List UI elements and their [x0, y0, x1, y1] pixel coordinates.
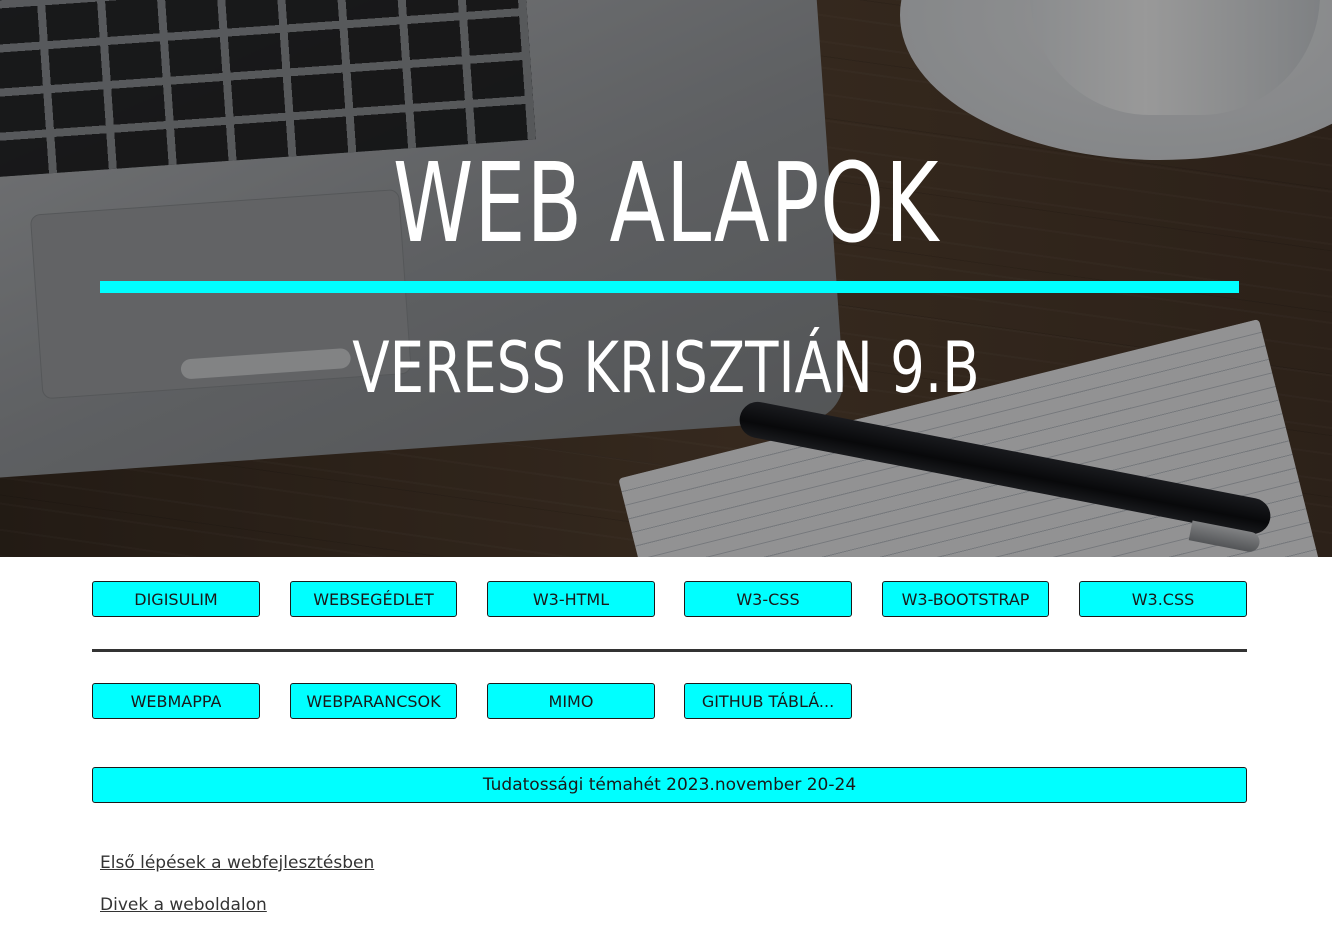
link-button-websegedlet[interactable]: Websegédlet	[290, 581, 457, 617]
hero-overlay	[0, 0, 1332, 557]
link-button-webmappa[interactable]: Webmappa	[92, 683, 260, 719]
link-button-mimo[interactable]: Mimo	[487, 683, 655, 719]
author-subtitle: VERESS KRISZTIÁN 9.B	[352, 327, 980, 409]
link-button-github-tabla[interactable]: GitHub Táblá...	[684, 683, 852, 719]
awareness-week-label: Tudatossági témahét 2023.november 20-24	[482, 775, 857, 795]
link-button-w3-css[interactable]: W3-CSS	[684, 581, 852, 617]
section-divider	[92, 649, 1247, 652]
title-divider	[100, 281, 1239, 293]
link-button-digisulim[interactable]: Digisulim	[92, 581, 260, 617]
hero-banner: WEB ALAPOK VERESS KRISZTIÁN 9.B	[0, 0, 1332, 557]
page-title: WEB ALAPOK	[392, 139, 940, 267]
awareness-week-button[interactable]: Tudatossági témahét 2023.november 20-24	[92, 767, 1247, 803]
link-button-webparancsok[interactable]: Webparancsok	[290, 683, 457, 719]
link-button-w3-bootstrap[interactable]: W3-Bootstrap	[882, 581, 1049, 617]
link-button-w3css[interactable]: W3.CSS	[1079, 581, 1247, 617]
first-steps-link[interactable]: Első lépések a webfejlesztésben	[100, 853, 374, 873]
link-button-w3-html[interactable]: W3-HTML	[487, 581, 655, 617]
divs-link[interactable]: Divek a weboldalon	[100, 895, 267, 915]
